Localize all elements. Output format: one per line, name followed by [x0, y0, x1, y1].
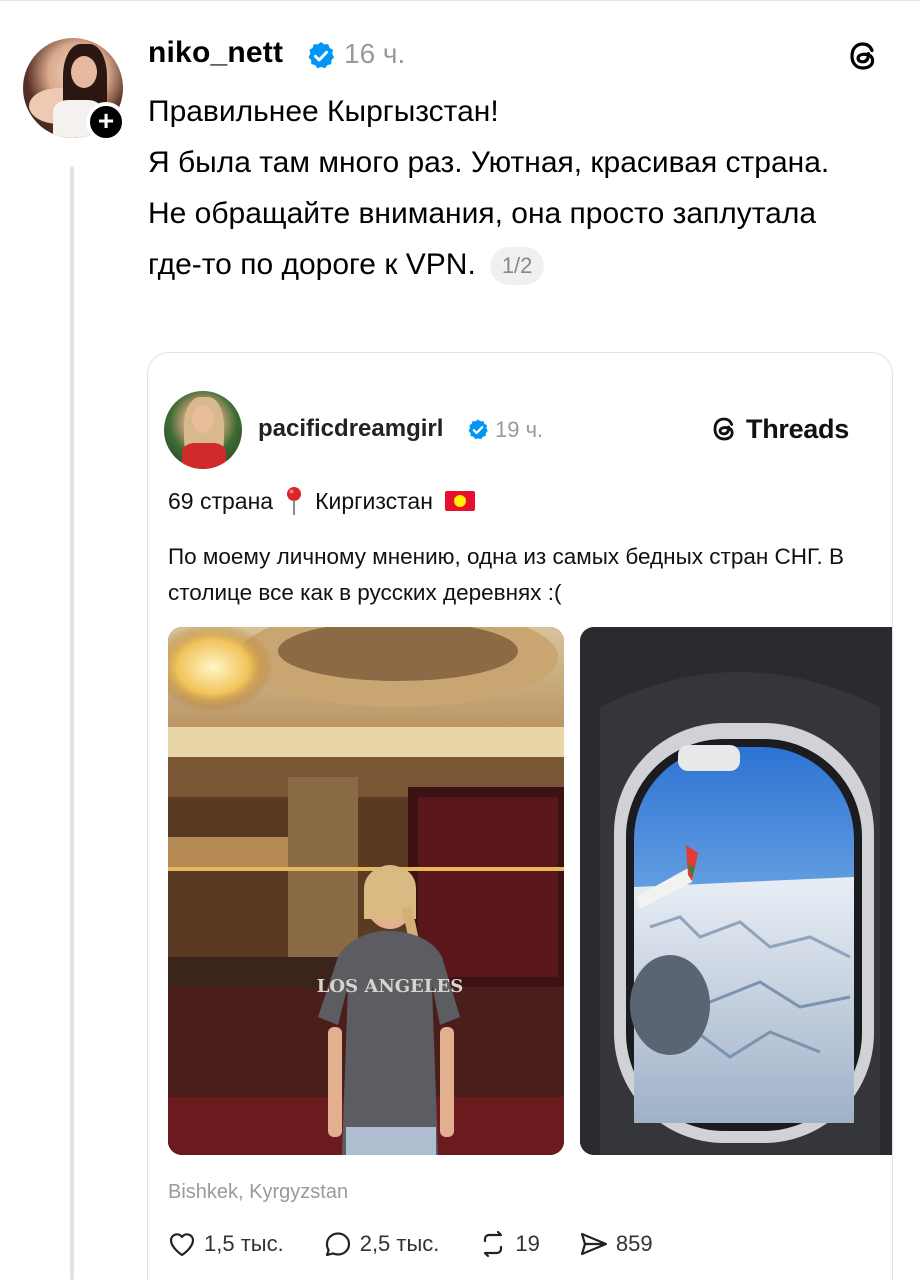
post-line-3: Не обращайте внимания, она просто заплут… — [148, 197, 817, 281]
shirt-print: LOS ANGELES — [317, 976, 464, 997]
top-divider — [0, 0, 921, 1]
photo-theater[interactable]: LOS ANGELES — [168, 627, 564, 1155]
comment-icon — [325, 1232, 350, 1257]
threads-logo-icon[interactable] — [846, 38, 882, 74]
threads-brand-label: Threads — [746, 413, 849, 444]
quoted-username[interactable]: pacificdreamgirl — [258, 415, 443, 443]
repost-count: 19 — [515, 1231, 540, 1256]
post-line-3-wrap: Не обращайте внимания, она просто заплут… — [148, 188, 848, 290]
send-icon — [580, 1232, 607, 1256]
post-body: Правильнее Кыргызстан! Я была там много … — [148, 86, 848, 290]
follow-plus-icon[interactable]: + — [86, 102, 126, 142]
verified-badge-icon — [468, 419, 488, 440]
quoted-time: 19 ч. — [495, 417, 544, 442]
quoted-text: По моему личному мнению, одна из самых б… — [168, 544, 844, 605]
photo-airplane-window[interactable] — [580, 627, 892, 1155]
quoted-post-card[interactable]: pacificdreamgirl 19 ч. Threads 69 страна… — [147, 352, 893, 1280]
threads-logo-icon — [713, 417, 734, 441]
country-count: 69 страна — [168, 487, 274, 514]
repost-button[interactable]: 19 — [477, 1228, 540, 1260]
verified-badge-icon — [308, 42, 335, 69]
post-location[interactable]: Bishkek, Kyrgyzstan — [168, 1181, 348, 1204]
country-name: Киргизстан — [315, 487, 433, 514]
heart-icon — [169, 1233, 195, 1257]
share-count: 859 — [615, 1231, 653, 1256]
post-line-2: Я была там много раз. Уютная, красивая с… — [148, 146, 830, 179]
repost-icon — [484, 1230, 503, 1258]
post-line-1: Правильнее Кыргызстан! — [148, 95, 499, 128]
pin-icon — [287, 487, 302, 515]
author-username[interactable]: niko_nett — [148, 36, 283, 70]
reply-button[interactable]: 2,5 тыс. — [322, 1228, 440, 1260]
like-count: 1,5 тыс. — [204, 1231, 284, 1256]
action-bar: 1,5 тыс. 2,5 тыс. 19 859 — [166, 1227, 691, 1261]
post-time: 16 ч. — [344, 38, 406, 69]
quoted-headline: 69 страна Киргизстан — [168, 486, 475, 516]
kyrgyzstan-flag-icon — [444, 491, 475, 511]
thread-connector-line — [70, 166, 74, 1280]
share-button[interactable]: 859 — [578, 1228, 653, 1260]
like-button[interactable]: 1,5 тыс. — [166, 1228, 284, 1260]
reply-count: 2,5 тыс. — [359, 1231, 440, 1256]
image-pager-badge: 1/2 — [489, 247, 545, 286]
quoted-author-avatar[interactable] — [164, 391, 242, 469]
threads-brand: Threads — [710, 411, 849, 447]
